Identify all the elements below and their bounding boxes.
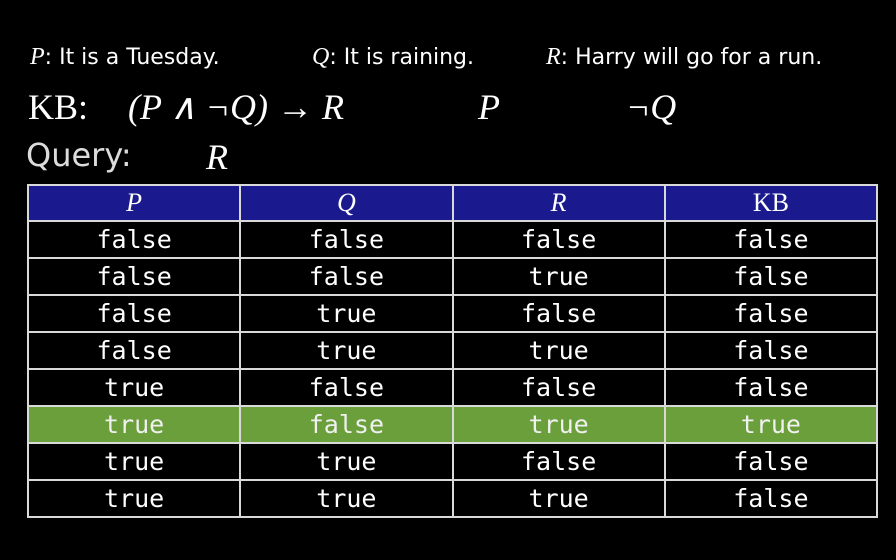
table-row: false true true false bbox=[26, 331, 879, 370]
cell-r: true bbox=[451, 331, 666, 370]
table-row-highlighted: true false true true bbox=[26, 405, 879, 444]
cell-r: false bbox=[451, 294, 666, 333]
cell-p: false bbox=[26, 257, 242, 296]
kb-sentence-p: P bbox=[478, 87, 500, 127]
truth-table: P Q R KB false false false false false f… bbox=[26, 184, 879, 518]
query-label: Query: bbox=[26, 136, 132, 174]
table-row: false false true false bbox=[26, 257, 879, 296]
cell-q: false bbox=[239, 257, 454, 296]
table-row: false true false false bbox=[26, 294, 879, 333]
cell-kb: false bbox=[663, 257, 879, 296]
cell-kb: true bbox=[663, 405, 879, 444]
query-symbol: R bbox=[206, 137, 228, 177]
proposition-r: R: Harry will go for a run. bbox=[546, 44, 822, 71]
table-row: true true false false bbox=[26, 442, 879, 481]
cell-q: true bbox=[239, 479, 454, 518]
cell-q: false bbox=[239, 368, 454, 407]
table-row: true false false false bbox=[26, 368, 879, 407]
proposition-symbol: P bbox=[30, 44, 45, 70]
cell-kb: false bbox=[663, 294, 879, 333]
proposition-symbol: R bbox=[546, 44, 561, 70]
cell-p: false bbox=[26, 220, 242, 259]
cell-p: true bbox=[26, 368, 242, 407]
proposition-text: : It is raining. bbox=[329, 45, 475, 70]
cell-r: false bbox=[451, 220, 666, 259]
cell-kb: false bbox=[663, 479, 879, 518]
header-r: R bbox=[451, 184, 666, 222]
cell-kb: false bbox=[663, 220, 879, 259]
truth-table-header-row: P Q R KB bbox=[26, 184, 879, 222]
header-p: P bbox=[26, 184, 242, 222]
cell-r: true bbox=[451, 479, 666, 518]
cell-q: true bbox=[239, 442, 454, 481]
cell-p: true bbox=[26, 405, 242, 444]
cell-p: false bbox=[26, 294, 242, 333]
proposition-q: Q: It is raining. bbox=[312, 44, 474, 71]
cell-p: false bbox=[26, 331, 242, 370]
kb-label: KB: bbox=[28, 87, 89, 127]
cell-r: true bbox=[451, 257, 666, 296]
header-q: Q bbox=[239, 184, 454, 222]
table-row: true true true false bbox=[26, 479, 879, 518]
proposition-text: : Harry will go for a run. bbox=[560, 45, 823, 70]
cell-r: false bbox=[451, 442, 666, 481]
proposition-p: P: It is a Tuesday. bbox=[30, 44, 220, 71]
cell-kb: false bbox=[663, 331, 879, 370]
kb-sentence-not-q: ¬Q bbox=[626, 87, 677, 127]
cell-r: false bbox=[451, 368, 666, 407]
proposition-symbol: Q bbox=[312, 44, 330, 70]
cell-q: true bbox=[239, 331, 454, 370]
cell-kb: false bbox=[663, 368, 879, 407]
cell-kb: false bbox=[663, 442, 879, 481]
proposition-text: : It is a Tuesday. bbox=[44, 45, 220, 70]
cell-p: true bbox=[26, 442, 242, 481]
cell-p: true bbox=[26, 479, 242, 518]
table-row: false false false false bbox=[26, 220, 879, 259]
cell-q: false bbox=[239, 220, 454, 259]
header-kb: KB bbox=[663, 184, 879, 222]
cell-q: true bbox=[239, 294, 454, 333]
kb-sentence-implication: (P ∧ ¬Q) → R bbox=[128, 87, 344, 127]
cell-q: false bbox=[239, 405, 454, 444]
cell-r: true bbox=[451, 405, 666, 444]
